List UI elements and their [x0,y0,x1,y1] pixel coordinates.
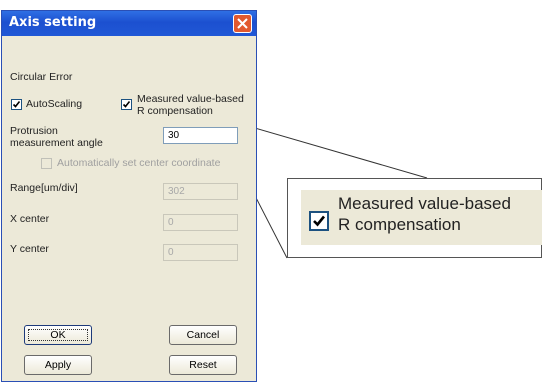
autoscaling-label: AutoScaling [26,98,83,110]
checkmark-icon [122,101,131,108]
checkmark-icon [313,215,326,227]
title-bar: Axis setting [2,11,256,36]
x-center-input[interactable]: 0 [163,214,238,231]
reset-button-label: Reset [189,359,217,371]
r-compensation-label-line1: Measured value-based [137,93,244,105]
apply-button[interactable]: Apply [24,355,92,375]
zoom-callout: Measured value-based R compensation [287,178,542,258]
apply-button-label: Apply [44,359,72,371]
axis-setting-dialog: Axis setting Circular Error AutoScaling … [1,10,257,382]
checkmark-icon [12,101,21,108]
range-input[interactable]: 302 [163,183,238,200]
dialog-title: Axis setting [9,15,97,30]
r-compensation-checkbox[interactable] [121,99,132,110]
y-center-input[interactable]: 0 [163,244,238,261]
range-label: Range[um/div] [10,182,78,194]
y-center-label: Y center [10,243,49,255]
reset-button[interactable]: Reset [169,355,237,375]
ok-button[interactable]: OK [24,325,92,345]
auto-center-label: Automatically set center coordinate [57,157,221,169]
cancel-button[interactable]: Cancel [169,325,237,345]
auto-center-checkbox[interactable] [41,158,52,169]
close-button[interactable] [233,14,252,33]
zoom-label-line2: R compensation [338,215,461,234]
focus-rect [28,329,88,341]
zoom-r-compensation-checkbox [309,211,329,231]
zoom-label-line1: Measured value-based [338,194,511,213]
section-label-circular-error: Circular Error [10,71,73,83]
cancel-button-label: Cancel [186,329,220,341]
x-center-label: X center [10,213,50,225]
protrusion-label-line2: measurement angle [10,137,103,149]
protrusion-angle-input[interactable]: 30 [163,127,238,144]
close-icon [237,18,248,29]
zoom-panel: Measured value-based R compensation [301,190,542,245]
autoscaling-checkbox[interactable] [11,99,22,110]
r-compensation-label-line2: R compensation [137,105,213,117]
protrusion-label-line1: Protrusion [10,125,58,137]
